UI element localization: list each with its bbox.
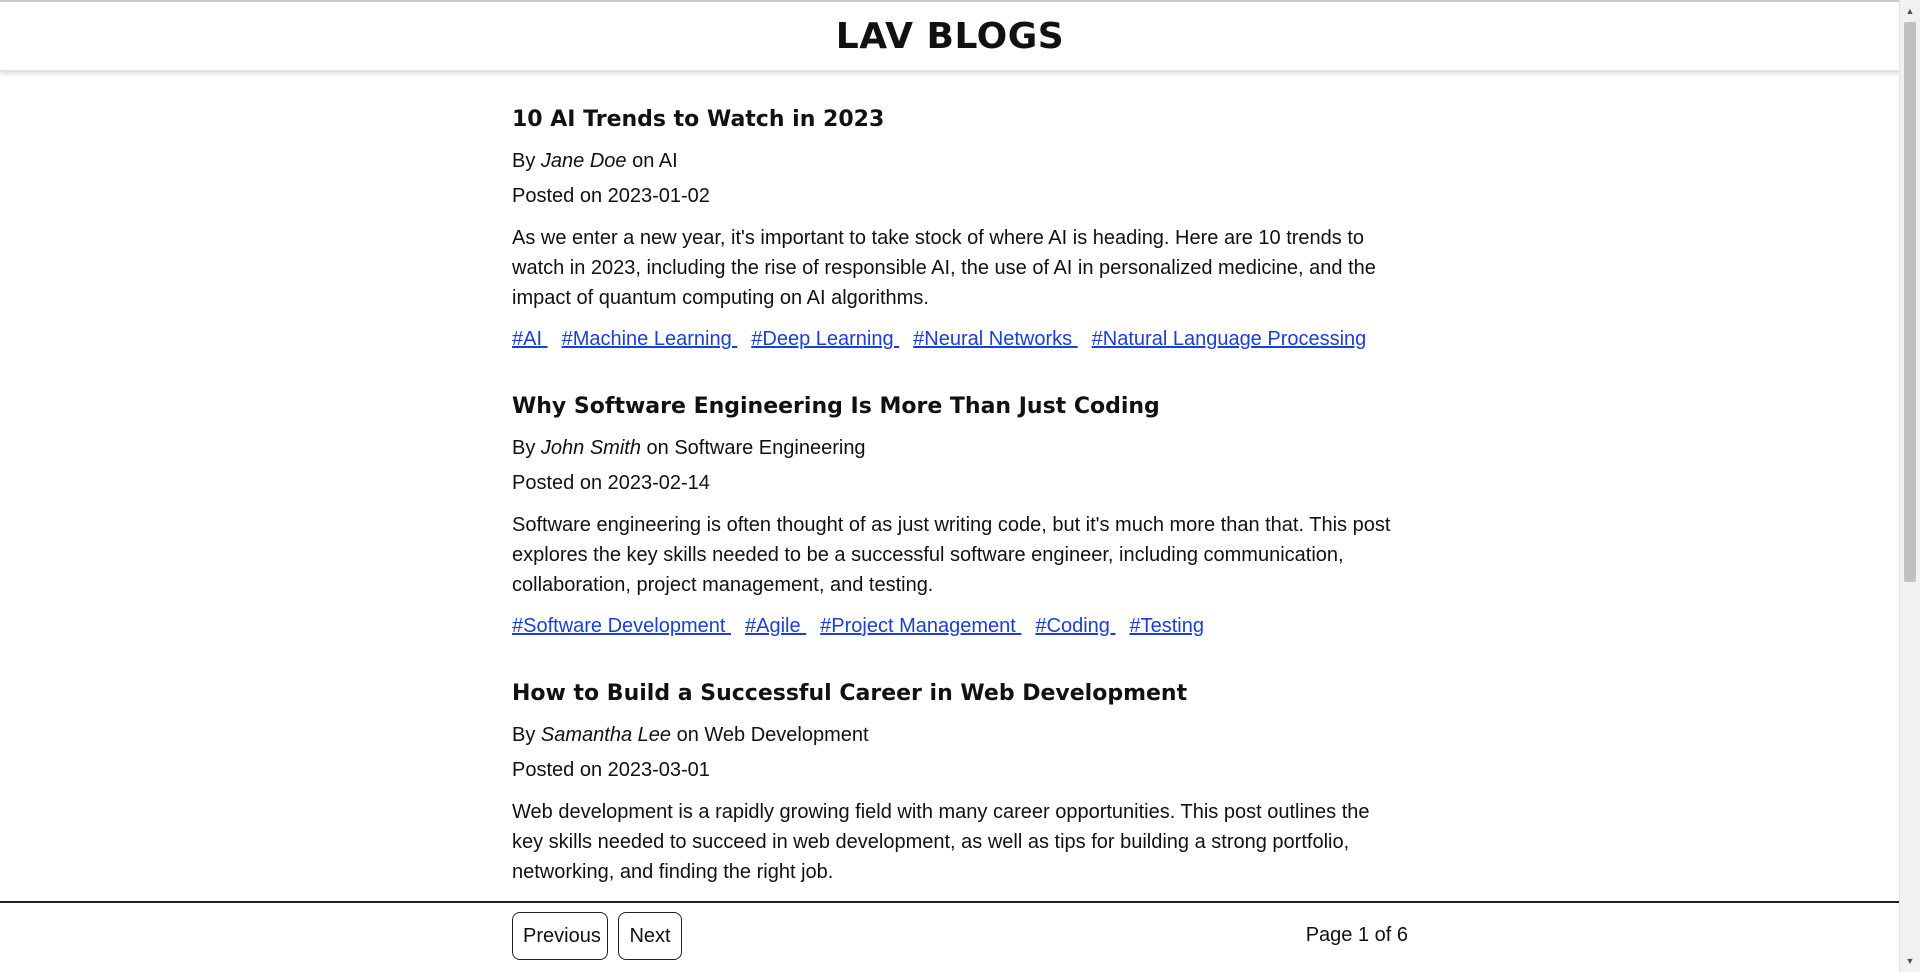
blog-post: Why Software Engineering Is More Than Ju… bbox=[512, 393, 1392, 640]
post-date: 2023-01-02 bbox=[607, 185, 710, 207]
post-author: John Smith bbox=[540, 437, 641, 459]
post-date-line: Posted on 2023-01-02 bbox=[512, 183, 1392, 209]
post-category: Web Development bbox=[704, 724, 869, 746]
post-tags: #AI #Machine Learning #Deep Learning #Ne… bbox=[512, 325, 1392, 353]
post-excerpt: Web development is a rapidly growing fie… bbox=[512, 801, 1370, 883]
date-label: Posted on bbox=[512, 472, 608, 494]
post-byline: By Samantha Lee on Web Development bbox=[512, 722, 1392, 748]
post-category: Software Engineering bbox=[674, 437, 866, 459]
tag-link[interactable]: #Testing bbox=[1129, 615, 1204, 637]
previous-button[interactable]: Previous bbox=[512, 912, 608, 960]
date-label: Posted on bbox=[512, 759, 608, 781]
post-byline: By Jane Doe on AI bbox=[512, 148, 1392, 174]
post-excerpt: Software engineering is often thought of… bbox=[512, 514, 1391, 596]
scroll-down-arrow-icon[interactable]: ▼ bbox=[1900, 952, 1920, 970]
browser-viewport: LAV BLOGS 10 AI Trends to Watch in 2023 … bbox=[0, 0, 1920, 972]
tag-link[interactable]: #Machine Learning bbox=[562, 328, 738, 350]
site-header: LAV BLOGS bbox=[0, 2, 1900, 71]
tag-link[interactable]: #Software Development bbox=[512, 615, 731, 637]
post-date: 2023-03-01 bbox=[607, 759, 710, 781]
post-byline: By John Smith on Software Engineering bbox=[512, 435, 1392, 461]
tag-link[interactable]: #Coding bbox=[1035, 615, 1115, 637]
on-label: on bbox=[626, 150, 659, 172]
by-label: By bbox=[512, 724, 541, 746]
post-date: 2023-02-14 bbox=[607, 472, 710, 494]
tag-link[interactable]: #AI bbox=[512, 328, 548, 350]
post-author: Samantha Lee bbox=[540, 724, 672, 746]
site-title: LAV BLOGS bbox=[835, 15, 1065, 57]
tag-link[interactable]: #Project Management bbox=[820, 615, 1021, 637]
blog-post: How to Build a Successful Career in Web … bbox=[512, 680, 1392, 887]
post-excerpt: As we enter a new year, it's important t… bbox=[512, 227, 1376, 309]
on-label: on bbox=[640, 437, 675, 459]
post-title[interactable]: How to Build a Successful Career in Web … bbox=[512, 680, 1392, 708]
scrollbar-thumb[interactable] bbox=[1904, 22, 1916, 582]
tag-link[interactable]: #Deep Learning bbox=[751, 328, 899, 350]
post-title[interactable]: 10 AI Trends to Watch in 2023 bbox=[512, 106, 1392, 134]
by-label: By bbox=[512, 150, 541, 172]
pagination-bar: Previous Next Page 1 of 6 bbox=[0, 901, 1900, 972]
on-label: on bbox=[671, 724, 705, 746]
blog-post: 10 AI Trends to Watch in 2023 By Jane Do… bbox=[512, 106, 1392, 353]
next-button[interactable]: Next bbox=[618, 912, 682, 960]
page-indicator: Page 1 of 6 bbox=[1305, 924, 1408, 946]
post-date-line: Posted on 2023-03-01 bbox=[512, 757, 1392, 783]
post-category: AI bbox=[658, 150, 678, 172]
by-label: By bbox=[512, 437, 541, 459]
post-tags: #Software Development #Agile #Project Ma… bbox=[512, 612, 1392, 640]
pagination-controls: Previous Next Page 1 of 6 bbox=[512, 912, 1408, 964]
post-date-line: Posted on 2023-02-14 bbox=[512, 470, 1392, 496]
tag-link[interactable]: #Natural Language Processing bbox=[1092, 328, 1367, 350]
tag-link[interactable]: #Agile bbox=[745, 615, 806, 637]
blog-feed: 10 AI Trends to Watch in 2023 By Jane Do… bbox=[512, 106, 1392, 927]
tag-link[interactable]: #Neural Networks bbox=[913, 328, 1078, 350]
scroll-up-arrow-icon[interactable]: ▲ bbox=[1900, 2, 1920, 20]
vertical-scrollbar[interactable]: ▲ ▼ bbox=[1899, 0, 1920, 972]
post-author: Jane Doe bbox=[540, 150, 627, 172]
post-title[interactable]: Why Software Engineering Is More Than Ju… bbox=[512, 393, 1392, 421]
date-label: Posted on bbox=[512, 185, 608, 207]
